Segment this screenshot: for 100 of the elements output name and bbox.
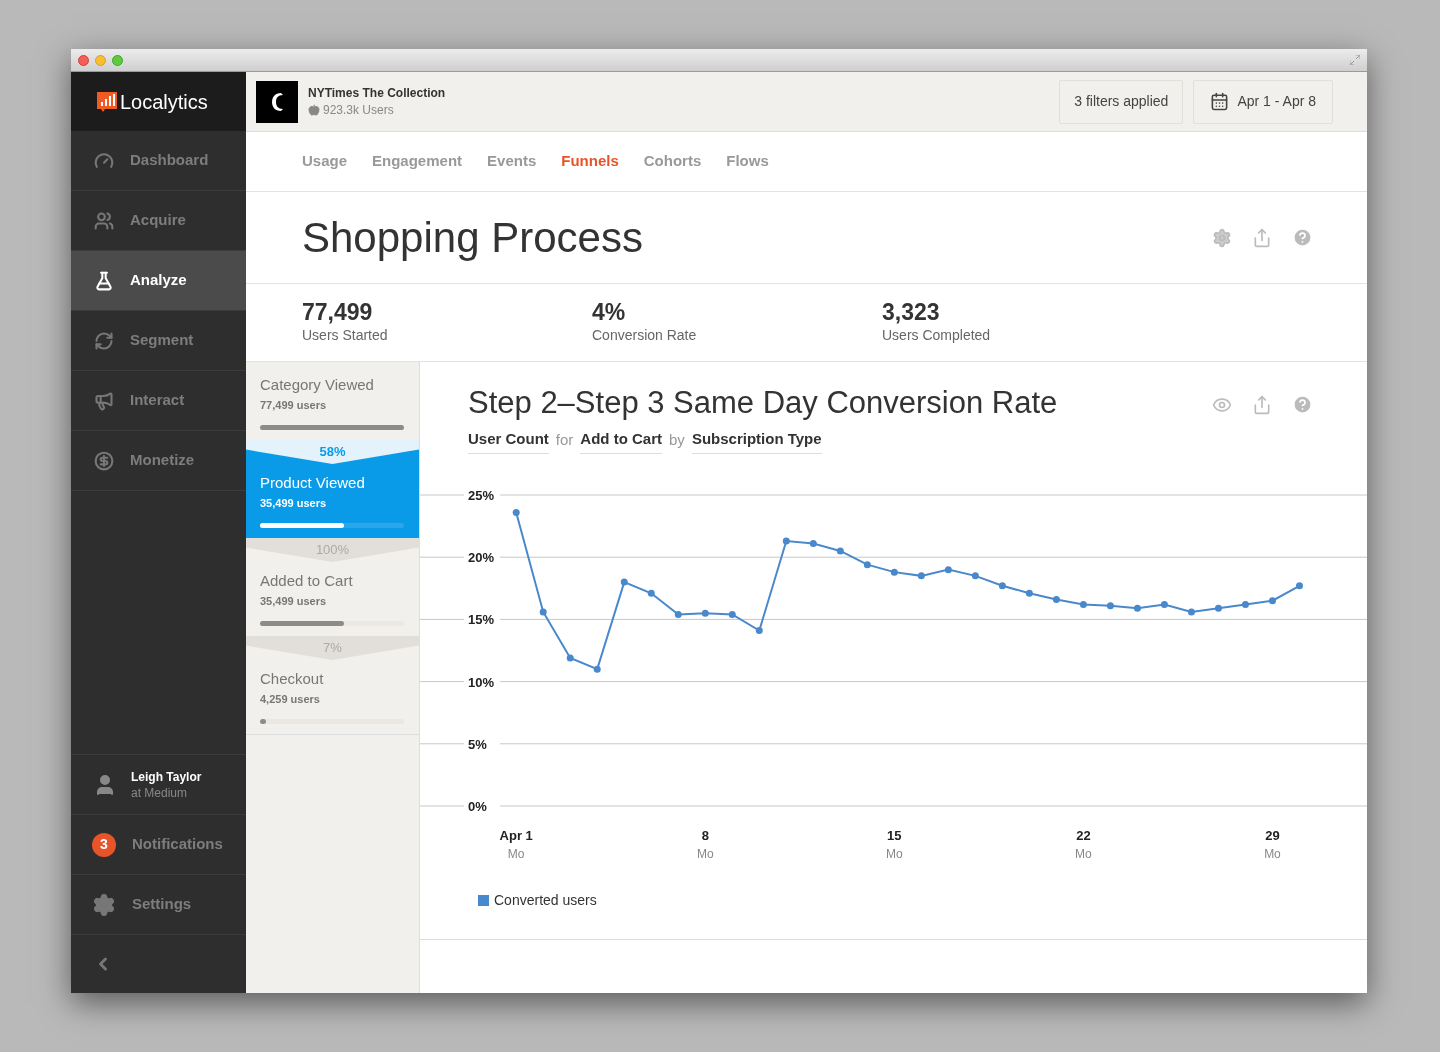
apple-icon bbox=[308, 104, 320, 116]
segment-selector[interactable]: Subscription Type bbox=[691, 428, 822, 454]
data-point bbox=[1133, 604, 1141, 612]
step-users: 35,499 users bbox=[260, 495, 328, 511]
connector-text: by bbox=[669, 429, 685, 450]
data-point bbox=[863, 560, 871, 568]
grid-stub-drawing bbox=[420, 680, 465, 682]
dollar-icon bbox=[94, 450, 114, 471]
step-name: Category Viewed bbox=[260, 375, 375, 395]
connector-text: for bbox=[555, 429, 574, 450]
data-point bbox=[593, 665, 601, 673]
y-tick-label: 0% bbox=[468, 798, 487, 814]
grid-stub-drawing bbox=[420, 618, 465, 620]
data-point bbox=[971, 571, 979, 579]
megaphone-icon bbox=[94, 390, 114, 411]
stat-label: Users Completed bbox=[882, 326, 992, 345]
stat-label: Users Started bbox=[302, 326, 389, 345]
step-name: Checkout bbox=[260, 669, 325, 689]
data-point bbox=[674, 610, 682, 618]
stat-value: 77,499 bbox=[302, 299, 374, 325]
y-tick-label: 15% bbox=[468, 611, 495, 627]
legend-label: Converted users bbox=[494, 890, 597, 910]
grid-stub-drawing bbox=[420, 742, 465, 744]
funnel-step[interactable]: 7% Checkout 4,259 users bbox=[246, 636, 419, 735]
data-point bbox=[1025, 589, 1033, 597]
step-users: 35,499 users bbox=[260, 593, 328, 609]
nav-item[interactable]: Segment bbox=[71, 311, 246, 371]
event-selector[interactable]: Add to Cart bbox=[580, 428, 663, 454]
step-name: Added to Cart bbox=[260, 571, 354, 591]
x-tick-label: 29 bbox=[1265, 827, 1280, 843]
refresh-icon bbox=[94, 330, 114, 351]
nav-item[interactable]: Analyze bbox=[71, 251, 246, 311]
weekday-label: Mo bbox=[507, 846, 525, 860]
app-name: NYTimes The Collection bbox=[308, 84, 446, 102]
data-point bbox=[1214, 604, 1222, 612]
share-icon[interactable] bbox=[1252, 394, 1272, 415]
tab[interactable]: Flows bbox=[726, 150, 769, 173]
notification-badge: 3 bbox=[92, 832, 116, 857]
metric-selector[interactable]: User Count bbox=[468, 428, 549, 454]
stat-value: 4% bbox=[592, 299, 627, 325]
data-point bbox=[917, 571, 925, 579]
step-users: 4,259 users bbox=[260, 691, 321, 707]
report-title: Shopping Process bbox=[302, 213, 644, 263]
users-icon bbox=[94, 210, 114, 231]
close-icon[interactable] bbox=[78, 54, 89, 66]
step-users: 77,499 users bbox=[260, 397, 328, 413]
help-icon[interactable] bbox=[1292, 227, 1313, 248]
x-tick-label: 15 bbox=[887, 827, 902, 843]
minimize-icon[interactable] bbox=[95, 54, 106, 66]
x-tick-label: 8 bbox=[701, 827, 709, 843]
funnel-step[interactable]: Category Viewed 77,499 users bbox=[246, 362, 419, 440]
logo-text: Localytics bbox=[120, 89, 208, 115]
data-point bbox=[1241, 600, 1249, 608]
settings-icon bbox=[92, 892, 116, 917]
tab[interactable]: Cohorts bbox=[643, 150, 702, 173]
logo-icon bbox=[97, 91, 117, 112]
data-point bbox=[701, 609, 709, 617]
data-point bbox=[1079, 600, 1087, 608]
nav-item[interactable]: Dashboard bbox=[71, 131, 246, 191]
tab[interactable]: Events bbox=[487, 150, 537, 173]
data-point bbox=[620, 578, 628, 586]
filters-button[interactable]: 3 filters applied bbox=[1059, 79, 1184, 124]
data-point bbox=[755, 626, 763, 634]
y-tick-label: 20% bbox=[468, 549, 495, 565]
tab[interactable]: Engagement bbox=[372, 150, 463, 173]
weekday-label: Mo bbox=[696, 846, 714, 860]
data-point bbox=[1160, 600, 1168, 608]
x-tick-label: 22 bbox=[1076, 827, 1091, 843]
settings-icon[interactable] bbox=[1212, 227, 1232, 248]
user-name[interactable]: Leigh Taylor bbox=[131, 768, 202, 785]
tab[interactable]: Funnels bbox=[561, 150, 619, 173]
zoom-icon[interactable] bbox=[112, 54, 123, 66]
gauge-icon bbox=[94, 150, 114, 171]
weekday-label: Mo bbox=[1075, 846, 1092, 860]
date-range-button[interactable]: Apr 1 - Apr 8 bbox=[1193, 79, 1333, 124]
stat-value: 3,323 bbox=[882, 299, 941, 325]
data-point bbox=[512, 508, 520, 516]
data-point bbox=[1268, 596, 1276, 604]
data-point bbox=[1187, 607, 1195, 615]
funnel-step[interactable]: 58% Product Viewed 35,499 users bbox=[246, 440, 419, 538]
data-point bbox=[890, 568, 898, 576]
fullscreen-icon[interactable] bbox=[1350, 55, 1360, 65]
calendar-icon bbox=[1210, 92, 1230, 111]
x-tick-label: Apr 1 bbox=[499, 827, 533, 843]
chart-title: Step 2–Step 3 Same Day Conversion Rate bbox=[468, 384, 1059, 422]
flask-icon bbox=[94, 270, 114, 291]
user-organization: at Medium bbox=[131, 784, 189, 801]
data-point bbox=[1052, 595, 1060, 603]
grid-stub-drawing bbox=[420, 556, 465, 558]
funnel-step[interactable]: 100% Added to Cart 35,499 users bbox=[246, 538, 419, 636]
stat-label: Conversion Rate bbox=[592, 326, 698, 345]
data-point bbox=[1106, 601, 1114, 609]
data-point bbox=[728, 610, 736, 618]
app-user-count: 923.3k Users bbox=[323, 101, 394, 119]
tab[interactable]: Usage bbox=[302, 150, 348, 173]
share-icon[interactable] bbox=[1252, 227, 1272, 248]
data-point bbox=[998, 581, 1006, 589]
data-point bbox=[539, 607, 547, 615]
help-icon[interactable] bbox=[1292, 394, 1313, 415]
data-point bbox=[836, 547, 844, 554]
